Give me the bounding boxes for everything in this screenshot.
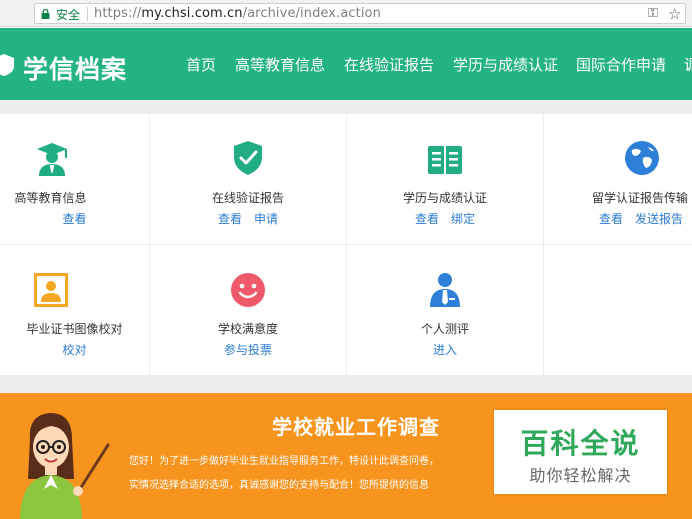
nav-online-verification[interactable]: 在线验证报告 xyxy=(344,54,434,75)
globe-icon xyxy=(625,141,659,175)
omnibox-separator xyxy=(87,7,88,21)
send-report-link[interactable]: 发送报告 xyxy=(635,212,683,226)
tile-overseas-report[interactable]: 留学认证报告传输 查看 发送报告 xyxy=(544,114,692,245)
tile-title: 在线验证报告 xyxy=(211,191,284,205)
portrait-icon xyxy=(34,273,68,307)
person-tie-icon xyxy=(430,273,460,307)
baike-watermark: 百科全说 助你轻松解决 xyxy=(494,410,667,494)
nav-home[interactable]: 首页 xyxy=(186,54,216,75)
tile-links: 查看 发送报告 xyxy=(599,210,683,227)
tile-empty xyxy=(544,245,692,376)
section-gap xyxy=(0,100,692,114)
tile-title: 毕业证书图像校对 xyxy=(26,322,123,336)
tile-title: 高等教育信息 xyxy=(14,191,87,205)
page: 安全 https://my.chsi.com.cn/archive/index.… xyxy=(0,0,692,519)
site-logo[interactable]: 学信档案 xyxy=(23,50,127,86)
bind-link[interactable]: 绑定 xyxy=(451,212,475,226)
service-grid: 高等教育信息 查看 在线验证报告 查看 申请 学历与成绩认证 查看 绑定 留学认… xyxy=(0,114,692,376)
tile-school-satisfaction[interactable]: 学校满意度 参与投票 xyxy=(150,245,347,376)
girl-mascot-icon xyxy=(20,413,110,519)
tile-links: 查看 申请 xyxy=(150,210,346,227)
view-link[interactable]: 查看 xyxy=(218,212,242,226)
apply-link[interactable]: 申请 xyxy=(254,212,278,226)
watermark-title: 百科全说 xyxy=(520,427,641,460)
url-text[interactable]: https://my.chsi.com.cn/archive/index.act… xyxy=(94,6,381,21)
view-link[interactable]: 查看 xyxy=(599,212,623,226)
tile-diploma-image[interactable]: 毕业证书图像校对 校对 xyxy=(0,245,150,376)
url-omnibox[interactable]: 安全 https://my.chsi.com.cn/archive/index.… xyxy=(34,3,686,24)
tile-title: 留学认证报告传输 xyxy=(592,191,689,205)
view-link[interactable]: 查看 xyxy=(415,212,439,226)
section-gap xyxy=(0,376,692,393)
watermark-subtitle: 助你轻松解决 xyxy=(529,466,632,485)
tile-links: 参与投票 xyxy=(150,341,346,358)
logo-shield-icon xyxy=(0,54,14,76)
nav-international[interactable]: 国际合作申请 xyxy=(576,54,666,75)
tile-links: 查看 xyxy=(0,210,149,227)
site-header: 学信档案 首页 高等教育信息 在线验证报告 学历与成绩认证 国际合作申请 调 xyxy=(0,28,692,100)
bookmark-star-icon[interactable]: ☆ xyxy=(668,5,681,23)
tile-higher-education[interactable]: 高等教育信息 查看 xyxy=(0,114,150,245)
nav-degree-certification[interactable]: 学历与成绩认证 xyxy=(453,54,558,75)
tile-online-verification[interactable]: 在线验证报告 查看 申请 xyxy=(150,114,347,245)
enter-link[interactable]: 进入 xyxy=(433,343,457,357)
proofread-link[interactable]: 校对 xyxy=(62,343,86,357)
key-icon[interactable]: ⚿ xyxy=(648,6,658,21)
nav-overflow-item[interactable]: 调 xyxy=(684,54,692,75)
banner-title: 学校就业工作调查 xyxy=(272,415,440,439)
tile-title: 个人测评 xyxy=(420,322,469,336)
tile-links: 查看 绑定 xyxy=(347,210,543,227)
tile-links: 校对 xyxy=(0,341,149,358)
tile-links: 进入 xyxy=(347,341,543,358)
tile-title: 学历与成绩认证 xyxy=(402,191,487,205)
nav-higher-education[interactable]: 高等教育信息 xyxy=(235,54,325,75)
browser-address-bar: 安全 https://my.chsi.com.cn/archive/index.… xyxy=(0,0,692,27)
shield-check-icon xyxy=(234,141,262,175)
vote-link[interactable]: 参与投票 xyxy=(224,343,272,357)
tile-title: 学校满意度 xyxy=(217,322,278,336)
banner-text-line: 您好！为了进一步做好毕业生就业指导服务工作，特设计此调查问卷， xyxy=(129,456,439,467)
graduate-icon xyxy=(37,143,67,176)
book-icon xyxy=(428,146,462,174)
lock-icon xyxy=(41,9,50,19)
tile-degree-certification[interactable]: 学历与成绩认证 查看 绑定 xyxy=(347,114,544,245)
smiley-icon xyxy=(231,273,265,307)
view-link[interactable]: 查看 xyxy=(62,212,86,226)
tile-personal-assessment[interactable]: 个人测评 进入 xyxy=(347,245,544,376)
secure-label: 安全 xyxy=(56,8,81,22)
banner-text-line: 实情况选择合适的选项，真诚感谢您的支持与配合！您所提供的信息 xyxy=(129,480,429,491)
